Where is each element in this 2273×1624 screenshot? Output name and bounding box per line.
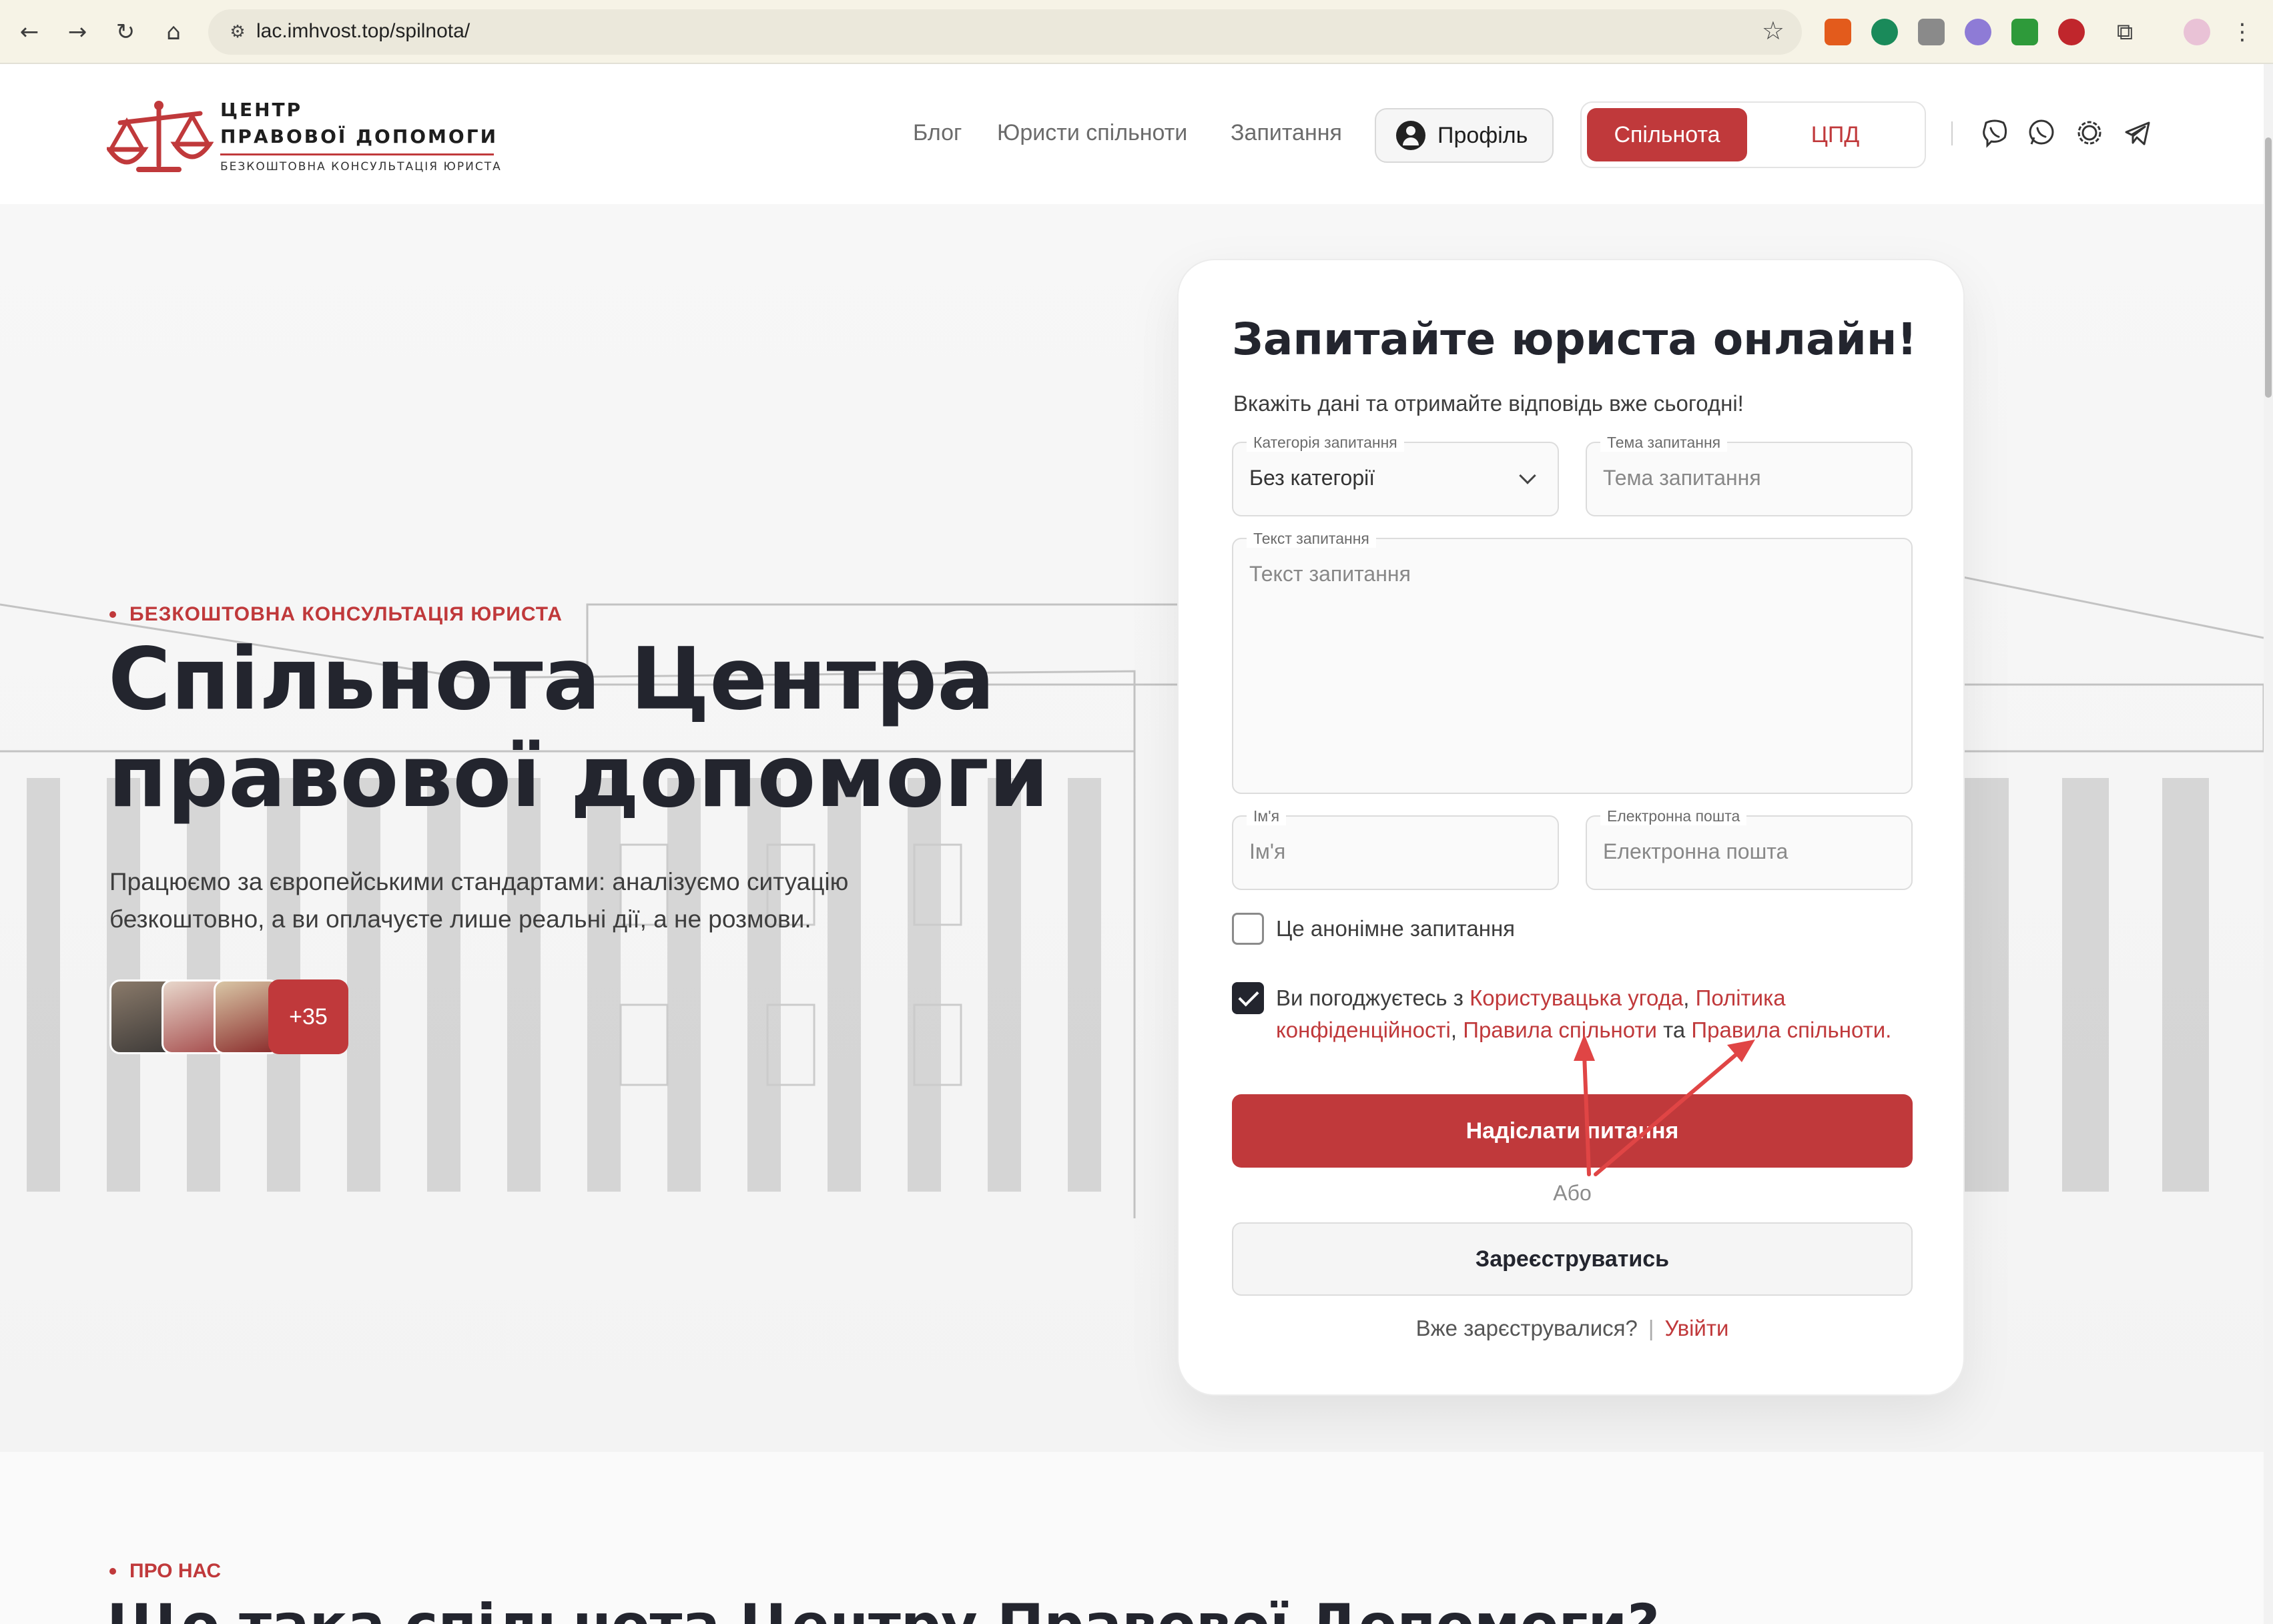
url-text[interactable]: lac.imhvost.top/spilnota/: [256, 20, 470, 43]
nav-blog[interactable]: Блог: [913, 120, 962, 146]
site-settings-icon[interactable]: ⚙: [223, 17, 252, 47]
telegram-icon[interactable]: [2121, 116, 2154, 149]
category-value: Без категорії: [1249, 466, 1375, 490]
about-eyebrow: ПРО НАС: [109, 1560, 221, 1583]
user-agreement-link[interactable]: Користувацька угода: [1470, 985, 1683, 1010]
name-placeholder: Ім'я: [1249, 839, 1286, 863]
login-separator: |: [1648, 1316, 1654, 1340]
login-link[interactable]: Увійти: [1664, 1316, 1728, 1340]
reload-icon[interactable]: ↻: [108, 15, 143, 49]
bookmark-star-icon[interactable]: ☆: [1762, 16, 1784, 45]
agree-comma1: ,: [1683, 985, 1690, 1010]
extensions-puzzle-icon[interactable]: ⧉: [2112, 19, 2138, 45]
site-logo[interactable]: ЦЕНТР ПРАВОВОЇ ДОПОМОГИ БЕЗКОШТОВНА КОНС…: [107, 96, 507, 183]
scales-logo-icon: [107, 101, 214, 172]
user-icon: [1396, 121, 1425, 150]
eyebrow-dot: [109, 611, 116, 618]
about-section: ПРО НАС Що така спільнота Центру Правово…: [0, 1452, 2264, 1624]
forward-icon[interactable]: →: [60, 15, 95, 49]
signal-icon[interactable]: [2073, 116, 2106, 149]
address-bar[interactable]: ⚙ lac.imhvost.top/spilnota/ ☆: [208, 9, 1802, 55]
extension-icon-6[interactable]: [2058, 19, 2085, 45]
viber-icon[interactable]: [1978, 116, 2011, 149]
extension-icon-4[interactable]: [1965, 19, 1991, 45]
extension-icon-5[interactable]: [2011, 19, 2038, 45]
category-select[interactable]: Категорія запитання Без категорії: [1232, 434, 1559, 516]
anonymous-checkbox[interactable]: [1232, 913, 1264, 945]
profile-label: Профіль: [1437, 122, 1528, 148]
category-label: Категорія запитання: [1247, 434, 1404, 452]
chevron-down-icon: [1519, 467, 1536, 484]
toggle-community[interactable]: Спільнота: [1587, 108, 1747, 161]
community-rules-link-2[interactable]: Правила спільноти: [1691, 1018, 1885, 1042]
nav-questions[interactable]: Запитання: [1231, 120, 1342, 146]
logo-line1: ЦЕНТР: [220, 99, 303, 121]
email-placeholder: Електронна пошта: [1603, 839, 1789, 863]
email-label: Електронна пошта: [1600, 807, 1747, 825]
question-textarea[interactable]: Текст запитання Текст запитання: [1232, 530, 1913, 794]
community-rules-link[interactable]: Правила спільноти: [1463, 1018, 1657, 1042]
about-eyebrow-text: ПРО НАС: [129, 1560, 222, 1582]
email-input[interactable]: Електронна пошта Електронна пошта: [1586, 807, 1913, 890]
site-header: ЦЕНТР ПРАВОВОЇ ДОПОМОГИ БЕЗКОШТОВНА КОНС…: [0, 64, 2264, 204]
camera-icon[interactable]: [1918, 19, 1945, 45]
logo-line3: БЕЗКОШТОВНА КОНСУЛЬТАЦІЯ ЮРИСТА: [220, 160, 502, 173]
form-subtitle: Вкажіть дані та отримайте відповідь вже …: [1233, 391, 1744, 416]
extension-icon-1[interactable]: [1825, 19, 1851, 45]
profile-avatar-icon[interactable]: [2184, 19, 2210, 45]
logo-underline: [220, 153, 494, 155]
or-divider: Або: [1553, 1181, 1592, 1205]
agree-comma2: ,: [1450, 1018, 1457, 1042]
already-registered-text: Вже зарєструвалися?: [1415, 1316, 1638, 1340]
name-input[interactable]: Ім'я Ім'я: [1232, 807, 1559, 890]
hero-title: Спільнота Центра правової допомоги: [108, 630, 1049, 827]
toggle-cpd[interactable]: ЦПД: [1755, 108, 1915, 161]
hero-eyebrow-text: БЕЗКОШТОВНА КОНСУЛЬТАЦІЯ ЮРИСТА: [129, 603, 563, 625]
agree-and: та: [1663, 1018, 1686, 1042]
submit-question-button[interactable]: Надіслати питання: [1232, 1094, 1913, 1168]
page-scrollbar[interactable]: [2264, 64, 2273, 1624]
scroll-thumb[interactable]: [2265, 137, 2272, 398]
agree-checkbox[interactable]: [1232, 982, 1264, 1014]
topic-label: Тема запитання: [1600, 434, 1728, 452]
back-icon[interactable]: ←: [12, 15, 47, 49]
login-row: Вже зарєструвалися? | Увійти: [1179, 1316, 1966, 1341]
hero-eyebrow: БЕЗКОШТОВНА КОНСУЛЬТАЦІЯ ЮРИСТА: [109, 603, 563, 626]
profile-button[interactable]: Профіль: [1375, 108, 1554, 163]
agree-dot: .: [1885, 1018, 1892, 1042]
about-title: Що така спільнота Центру Правової Допомо…: [107, 1592, 1660, 1624]
agree-text: Ви погоджуєтесь з Користувацька угода, П…: [1276, 982, 1917, 1046]
topic-input[interactable]: Тема запитання Тема запитання: [1586, 434, 1913, 516]
question-form-card: Запитайте юриста онлайн! Вкажіть дані та…: [1177, 259, 1965, 1396]
more-menu-icon[interactable]: ⋮: [2229, 19, 2256, 45]
question-placeholder: Текст запитання: [1249, 562, 1411, 586]
form-title: Запитайте юриста онлайн!: [1232, 314, 1917, 365]
avatars-more-count[interactable]: +35: [268, 979, 348, 1054]
hero-text: Працюємо за європейськими стандартами: а…: [109, 868, 849, 933]
question-label: Текст запитання: [1247, 530, 1376, 548]
section-toggle: Спільнота ЦПД: [1580, 101, 1926, 168]
name-label: Ім'я: [1247, 807, 1287, 825]
whatsapp-icon[interactable]: [2025, 116, 2058, 149]
header-divider: [1951, 121, 1953, 145]
logo-line2: ПРАВОВОЇ ДОПОМОГИ: [220, 125, 498, 147]
register-button[interactable]: Зареєструватись: [1232, 1222, 1913, 1296]
nav-lawyers[interactable]: Юристи спільноти: [997, 120, 1187, 146]
browser-toolbar: ← → ↻ ⌂ ⚙ lac.imhvost.top/spilnota/ ☆ ⧉ …: [0, 0, 2273, 64]
anonymous-label: Це анонімне запитання: [1276, 916, 1516, 941]
eyebrow-dot: [109, 1568, 116, 1575]
lawyer-avatars[interactable]: +35: [109, 979, 350, 1057]
home-icon[interactable]: ⌂: [156, 15, 191, 49]
agree-prefix: Ви погоджуєтесь з: [1276, 985, 1464, 1010]
grammarly-icon[interactable]: [1871, 19, 1898, 45]
topic-placeholder: Тема запитання: [1603, 466, 1761, 490]
